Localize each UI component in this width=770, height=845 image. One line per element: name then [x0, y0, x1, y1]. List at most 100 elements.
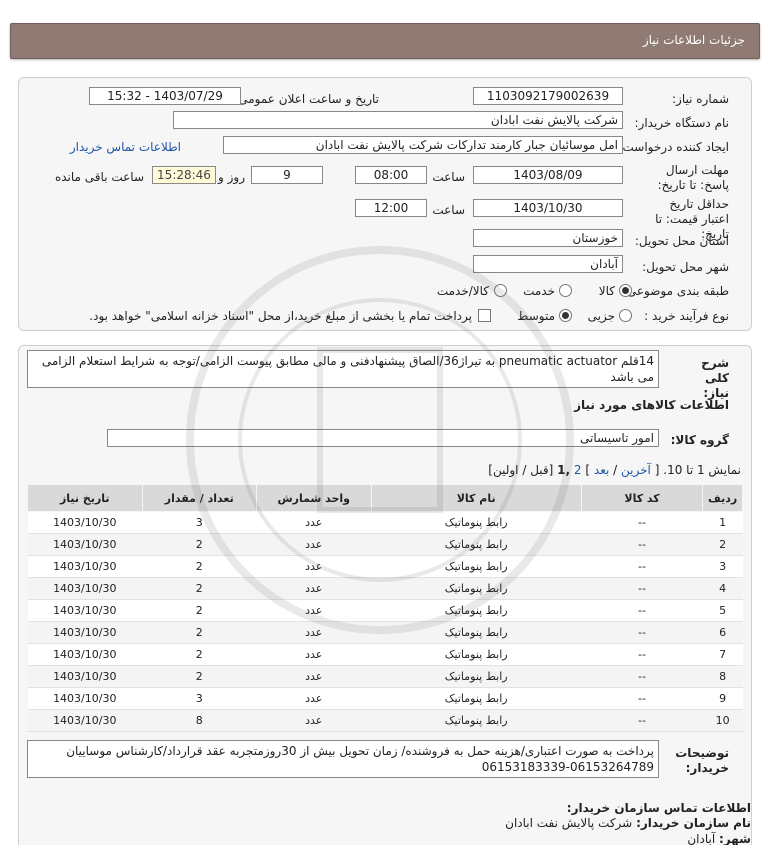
table-row[interactable]: 1 -- رابط پنوماتیک عدد 3 1403/10/30: [27, 511, 743, 534]
cell-row: 1: [702, 511, 743, 534]
cell-name: رابط پنوماتیک: [371, 621, 582, 644]
cell-date: 1403/10/30: [27, 643, 143, 666]
goods-table-header: ردیف کد کالا نام کالا واحد شمارش تعداد /…: [27, 484, 743, 512]
pagination-prev-first: [قبل / اولین]: [488, 463, 554, 477]
cell-qty: 3: [142, 511, 257, 534]
cell-date: 1403/10/30: [27, 709, 143, 732]
pagination-summary: نمایش 1 تا 10.: [663, 463, 741, 477]
buyer-contact-city-value: آبادان: [687, 832, 716, 845]
cell-date: 1403/10/30: [27, 533, 143, 556]
announce-datetime-field: 1403/07/29 - 15:32: [89, 87, 241, 105]
cell-unit: عدد: [256, 709, 371, 732]
cell-unit: عدد: [256, 599, 371, 622]
category-radio-service[interactable]: [559, 284, 572, 297]
cell-row: 4: [702, 577, 743, 600]
cell-row: 2: [702, 533, 743, 556]
category-option-service: خدمت: [523, 284, 555, 298]
pagination-last-link[interactable]: آخرین: [621, 463, 651, 477]
cell-unit: عدد: [256, 577, 371, 600]
table-row[interactable]: 8 -- رابط پنوماتیک عدد 2 1403/10/30: [27, 665, 743, 688]
need-number-label: شماره نیاز:: [672, 92, 729, 106]
cell-code: --: [581, 533, 703, 556]
buyer-contact-org-value: شرکت پالایش نفت ابادان: [505, 816, 633, 830]
cell-qty: 2: [142, 577, 257, 600]
process-option-minor: جزیی: [587, 309, 615, 323]
cell-qty: 2: [142, 665, 257, 688]
goods-section-title: اطلاعات کالاهای مورد نیاز: [574, 398, 729, 412]
delivery-city-field: آبادان: [473, 255, 623, 273]
category-radio-goods[interactable]: [619, 284, 632, 297]
cell-code: --: [581, 511, 703, 534]
page-title: جزئیات اطلاعات نیاز: [642, 33, 745, 47]
pagination-bracket-open: [: [654, 463, 660, 477]
category-label: طبقه بندی موضوعی:: [622, 284, 729, 298]
pagination-page-1-current: ,1: [557, 463, 571, 477]
delivery-province-field: خوزستان: [473, 229, 623, 247]
cell-name: رابط پنوماتیک: [371, 709, 582, 732]
treasury-note: پرداخت تمام یا بخشی از مبلغ خرید،از محل …: [89, 309, 472, 323]
category-option-goods-service: کالا/خدمت: [436, 284, 489, 298]
remaining-time-field: 15:28:46: [152, 166, 216, 184]
process-radio-medium[interactable]: [559, 309, 572, 322]
cell-code: --: [581, 555, 703, 578]
table-row[interactable]: 2 -- رابط پنوماتیک عدد 2 1403/10/30: [27, 533, 743, 556]
cell-code: --: [581, 643, 703, 666]
cell-row: 6: [702, 621, 743, 644]
cell-date: 1403/10/30: [27, 687, 143, 710]
cell-unit: عدد: [256, 621, 371, 644]
cell-date: 1403/10/30: [27, 555, 143, 578]
buyer-contact-org: نام سازمان خریدار: شرکت پالایش نفت ابادا…: [505, 816, 751, 830]
cell-code: --: [581, 709, 703, 732]
buyer-contact-link[interactable]: اطلاعات تماس خریدار: [70, 140, 181, 154]
cell-row: 9: [702, 687, 743, 710]
cell-qty: 2: [142, 643, 257, 666]
table-row[interactable]: 3 -- رابط پنوماتیک عدد 2 1403/10/30: [27, 555, 743, 578]
process-option-medium: متوسط: [517, 309, 555, 323]
cell-qty: 2: [142, 555, 257, 578]
cell-name: رابط پنوماتیک: [371, 687, 582, 710]
buyer-org-label: نام دستگاه خریدار:: [634, 116, 730, 130]
reply-date-field: 1403/08/09: [473, 166, 623, 184]
cell-date: 1403/10/30: [27, 511, 143, 534]
buyer-org-field: شرکت پالایش نفت ابادان: [173, 111, 623, 129]
cell-unit: عدد: [256, 555, 371, 578]
treasury-checkbox[interactable]: [478, 309, 491, 322]
cell-date: 1403/10/30: [27, 577, 143, 600]
table-row[interactable]: 10 -- رابط پنوماتیک عدد 8 1403/10/30: [27, 709, 743, 732]
cell-code: --: [581, 687, 703, 710]
category-radio-goods-service[interactable]: [494, 284, 507, 297]
general-desc-label: شرح کلی نیاز:: [701, 356, 729, 400]
pagination-page-2[interactable]: 2: [574, 463, 582, 477]
days-label: روز و: [218, 170, 245, 184]
pagination-next-link[interactable]: بعد: [594, 463, 609, 477]
need-info-panel: شماره نیاز: 1103092179002639 تاریخ و ساع…: [18, 77, 752, 331]
table-row[interactable]: 9 -- رابط پنوماتیک عدد 3 1403/10/30: [27, 687, 743, 710]
cell-row: 5: [702, 599, 743, 622]
cell-qty: 2: [142, 599, 257, 622]
cell-name: رابط پنوماتیک: [371, 555, 582, 578]
remaining-label: ساعت باقی مانده: [54, 170, 144, 184]
buyer-notes-label: توضیحات خریدار:: [675, 746, 729, 775]
table-row[interactable]: 7 -- رابط پنوماتیک عدد 2 1403/10/30: [27, 643, 743, 666]
cell-date: 1403/10/30: [27, 621, 143, 644]
cell-name: رابط پنوماتیک: [371, 577, 582, 600]
cell-code: --: [581, 665, 703, 688]
table-row[interactable]: 6 -- رابط پنوماتیک عدد 2 1403/10/30: [27, 621, 743, 644]
announce-datetime-label: تاریخ و ساعت اعلان عمومی:: [234, 92, 379, 106]
pagination: نمایش 1 تا 10. [ آخرین / بعد ] 2 ,1 [قبل…: [488, 463, 741, 477]
category-option-goods: کالا: [598, 284, 615, 298]
cell-code: --: [581, 621, 703, 644]
cell-row: 8: [702, 665, 743, 688]
pagination-separator: /: [613, 463, 618, 477]
process-radio-minor[interactable]: [619, 309, 632, 322]
table-row[interactable]: 5 -- رابط پنوماتیک عدد 2 1403/10/30: [27, 599, 743, 622]
need-number-field: 1103092179002639: [473, 87, 623, 105]
cell-code: --: [581, 599, 703, 622]
cell-name: رابط پنوماتیک: [371, 643, 582, 666]
cell-code: --: [581, 577, 703, 600]
cell-row: 10: [702, 709, 743, 732]
goods-group-label: گروه کالا:: [670, 433, 729, 447]
goods-panel: شرح کلی نیاز: 14قلم pneumatic actuator ب…: [18, 345, 752, 845]
table-row[interactable]: 4 -- رابط پنوماتیک عدد 2 1403/10/30: [27, 577, 743, 600]
goods-group-field: امور تاسیساتی: [107, 429, 659, 447]
